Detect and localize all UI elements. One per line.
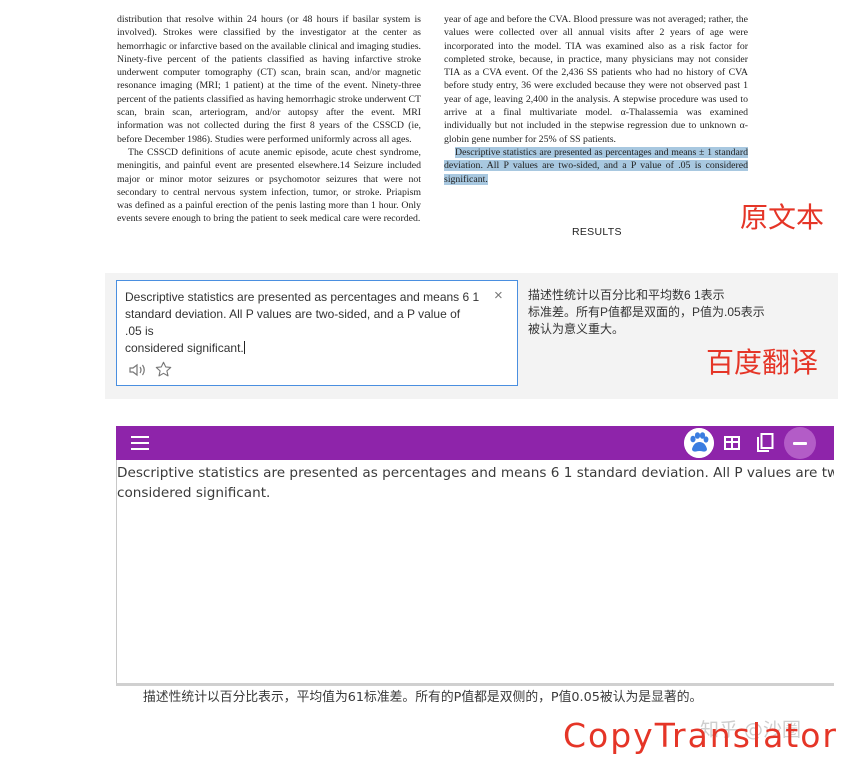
star-icon[interactable] xyxy=(155,361,172,378)
baidu-translate-label: 百度翻译 xyxy=(706,346,819,379)
copy-icon[interactable] xyxy=(756,433,774,453)
paper-left-column: distribution that resolve within 24 hour… xyxy=(117,13,421,226)
paw-icon[interactable] xyxy=(684,428,714,458)
paragraph: year of age and before the CVA. Blood pr… xyxy=(444,14,748,145)
pane-divider[interactable] xyxy=(116,683,834,686)
copytranslator-label: CopyTranslator xyxy=(563,716,839,755)
menu-icon[interactable] xyxy=(131,436,149,450)
source-line: standard deviation. All P values are two… xyxy=(125,307,461,321)
source-input[interactable]: Descriptive statistics are presented as … xyxy=(116,280,518,386)
paragraph: The CSSCD definitions of acute anemic ep… xyxy=(117,146,421,225)
paper-right-column: year of age and before the CVA. Blood pr… xyxy=(444,13,748,186)
paragraph: distribution that resolve within 24 hour… xyxy=(117,14,421,145)
output-line: 被认为意义重大。 xyxy=(528,322,625,336)
copytranslator-toolbar xyxy=(116,426,834,460)
paper-excerpt: distribution that resolve within 24 hour… xyxy=(0,0,856,262)
output-line: 标准差。所有P值都是双面的，P值为.05表示 xyxy=(528,305,765,319)
copytranslator-source-area[interactable]: Descriptive statistics are presented as … xyxy=(116,460,834,684)
copytranslator-output: 描述性统计以百分比表示，平均值为61标准差。所有的P值都是双侧的，P值0.05被… xyxy=(143,690,703,705)
grid-icon[interactable] xyxy=(724,436,740,450)
source-line-last: considered significant. xyxy=(125,340,485,357)
text-caret xyxy=(243,341,245,354)
highlighted-paragraph[interactable]: Descriptive statistics are presented as … xyxy=(444,146,748,186)
results-heading: RESULTS xyxy=(572,226,622,238)
close-icon[interactable]: × xyxy=(494,287,503,304)
source-line-text: considered significant. xyxy=(125,341,244,355)
original-text-label: 原文本 xyxy=(740,201,825,234)
translation-output: 描述性统计以百分比和平均数6 1表示 标准差。所有P值都是双面的，P值为.05表… xyxy=(528,287,828,338)
source-line: Descriptive statistics are presented as … xyxy=(125,290,480,304)
source-text[interactable]: Descriptive statistics are presented as … xyxy=(117,464,834,503)
speaker-icon[interactable] xyxy=(129,363,147,377)
selected-text[interactable]: Descriptive statistics are presented as … xyxy=(444,146,748,185)
minus-icon[interactable] xyxy=(784,427,816,459)
source-line: .05 is xyxy=(125,324,154,338)
source-line: Descriptive statistics are presented as … xyxy=(117,465,834,481)
source-text[interactable]: Descriptive statistics are presented as … xyxy=(125,289,485,357)
output-line: 描述性统计以百分比和平均数6 1表示 xyxy=(528,288,725,302)
source-line: considered significant. xyxy=(117,484,271,501)
